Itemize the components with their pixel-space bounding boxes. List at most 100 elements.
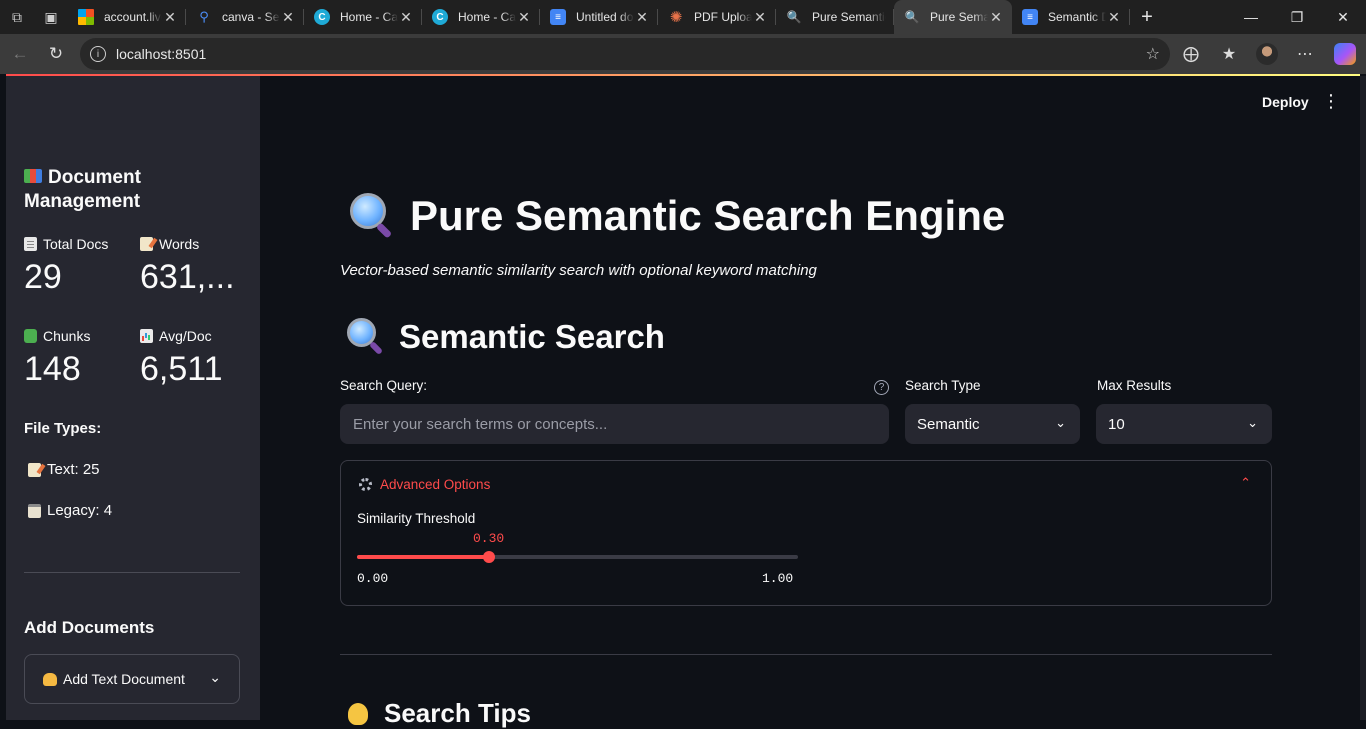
- metric-label: Words: [159, 236, 200, 252]
- docs-icon: ≡: [1022, 9, 1038, 25]
- close-tab-icon[interactable]: ✕: [752, 9, 768, 26]
- similarity-threshold-slider[interactable]: [357, 551, 798, 563]
- site-info-icon[interactable]: i: [90, 46, 106, 62]
- search-input[interactable]: [340, 404, 889, 444]
- main-content: [260, 76, 1360, 720]
- tab-title: Semantic Doc: [1048, 10, 1106, 24]
- more-options-icon[interactable]: ⋯: [1286, 38, 1324, 70]
- app-viewport: Document Management Total Docs 29 Words …: [0, 74, 1366, 728]
- browser-toolbar: ⨁ ★ ⋯: [1172, 38, 1366, 70]
- chevron-up-icon[interactable]: ⌃: [1240, 475, 1251, 491]
- browser-tab[interactable]: ⚲ canva - Search✕: [186, 0, 304, 34]
- tab-actions-icon[interactable]: ▣: [34, 0, 68, 34]
- scrollbar[interactable]: [1360, 76, 1366, 720]
- lightbulb-icon: [348, 702, 368, 725]
- memo-icon: [140, 237, 153, 251]
- browser-tab[interactable]: ≡ Semantic Doc✕: [1012, 0, 1130, 34]
- advanced-options-header[interactable]: Advanced Options: [359, 477, 490, 492]
- workspaces-icon[interactable]: ⧉: [0, 0, 34, 34]
- search-type-label: Search Type: [905, 378, 981, 393]
- close-tab-icon[interactable]: ✕: [516, 9, 532, 26]
- metric-label: Total Docs: [43, 236, 109, 252]
- microsoft-icon: [78, 9, 94, 25]
- metric-label: Avg/Doc: [159, 328, 212, 344]
- profile-avatar[interactable]: [1256, 43, 1278, 65]
- tab-title: Pure Semantic: [812, 10, 886, 24]
- search-type-select[interactable]: Semantic ⌄: [905, 404, 1080, 444]
- minimize-icon[interactable]: —: [1228, 0, 1274, 34]
- close-tab-icon[interactable]: ✕: [280, 9, 296, 26]
- favorites-icon[interactable]: ★: [1210, 38, 1248, 70]
- slider-fill: [357, 555, 490, 559]
- metric-words: Words 631,...: [140, 236, 250, 297]
- clipboard-icon: [28, 503, 41, 518]
- search-query-label: Search Query:: [340, 378, 428, 393]
- browser-tab[interactable]: C Home - Canva✕: [422, 0, 540, 34]
- advanced-options-label: Advanced Options: [380, 477, 491, 492]
- chevron-down-icon: ⌄: [209, 669, 221, 685]
- tab-title: Home - Canva: [458, 10, 516, 24]
- window-controls: — ❐ ✕: [1228, 0, 1366, 34]
- max-results-label: Max Results: [1097, 378, 1172, 393]
- browser-tab[interactable]: ✺ PDF Upload✕: [658, 0, 776, 34]
- restore-icon[interactable]: ❐: [1274, 0, 1320, 34]
- tab-title: account.live.com: [104, 10, 162, 24]
- canva-icon: C: [432, 9, 448, 25]
- browser-tab[interactable]: C Home - Canva✕: [304, 0, 422, 34]
- deploy-button[interactable]: Deploy: [1262, 94, 1309, 110]
- add-documents-title: Add Documents: [24, 618, 155, 637]
- memo-icon: [28, 462, 41, 477]
- metric-value: 29: [24, 258, 62, 296]
- copilot-icon[interactable]: [1334, 43, 1356, 65]
- selected-value: Semantic: [917, 415, 980, 433]
- close-tab-icon[interactable]: ✕: [162, 9, 178, 26]
- books-icon: [24, 169, 42, 183]
- main-menu-icon[interactable]: ⋮: [1322, 92, 1340, 110]
- close-tab-icon[interactable]: ✕: [398, 9, 414, 26]
- new-tab-icon[interactable]: +: [1130, 0, 1164, 34]
- refresh-icon[interactable]: ↻: [38, 36, 74, 72]
- magnifier-icon: 🔍: [904, 10, 920, 24]
- tab-title: PDF Upload: [694, 10, 752, 24]
- slider-max-label: 1.00: [762, 571, 794, 586]
- sidebar-title: Document Management: [24, 167, 141, 212]
- slider-current-value: 0.30: [473, 531, 505, 546]
- bar-chart-icon: [140, 329, 153, 343]
- close-tab-icon[interactable]: ✕: [634, 9, 650, 26]
- extensions-icon[interactable]: ⨁: [1172, 38, 1210, 70]
- close-tab-icon[interactable]: ✕: [1106, 9, 1122, 26]
- favorite-star-icon[interactable]: ☆: [1146, 44, 1160, 64]
- close-window-icon[interactable]: ✕: [1320, 0, 1366, 34]
- selected-value: 10: [1108, 415, 1125, 433]
- address-bar: ← ↻ i localhost:8501 ☆ ⨁ ★ ⋯: [0, 34, 1366, 74]
- writing-hand-icon: [43, 672, 57, 686]
- slider-min-label: 0.00: [357, 571, 389, 586]
- metric-avg-doc: Avg/Doc 6,511: [140, 328, 250, 389]
- metric-label: Chunks: [43, 328, 91, 344]
- slider-thumb[interactable]: [483, 551, 496, 563]
- back-icon[interactable]: ←: [2, 36, 38, 72]
- max-results-select[interactable]: 10 ⌄: [1096, 404, 1272, 444]
- expander-label: Add Text Document: [63, 671, 185, 687]
- browser-tab[interactable]: 🔍 Pure Semantic: [776, 0, 894, 34]
- page-icon: [24, 237, 37, 251]
- chevron-down-icon: ⌄: [1247, 415, 1258, 430]
- add-text-document-expander[interactable]: Add Text Document ⌄: [24, 654, 240, 704]
- magnifier-icon: [347, 318, 385, 356]
- url-field[interactable]: i localhost:8501 ☆: [80, 38, 1170, 70]
- search-icon: ⚲: [199, 9, 209, 24]
- url-text: localhost:8501: [116, 46, 207, 62]
- file-type-legacy: Legacy: 4: [28, 502, 112, 519]
- browser-tab-active[interactable]: 🔍 Pure Semantic✕: [894, 0, 1012, 34]
- sidebar-divider: [24, 572, 240, 573]
- help-icon[interactable]: ?: [874, 380, 889, 395]
- close-tab-icon[interactable]: ✕: [988, 9, 1004, 26]
- metric-value: 148: [24, 350, 81, 388]
- puzzle-icon: [24, 329, 37, 343]
- tab-title: Home - Canva: [340, 10, 398, 24]
- browser-tab[interactable]: ≡ Untitled document✕: [540, 0, 658, 34]
- search-tips-title: Search Tips: [348, 698, 531, 729]
- gear-icon: [359, 478, 372, 491]
- browser-tab[interactable]: account.live.com✕: [68, 0, 186, 34]
- page-caption: Vector-based semantic similarity search …: [340, 262, 817, 279]
